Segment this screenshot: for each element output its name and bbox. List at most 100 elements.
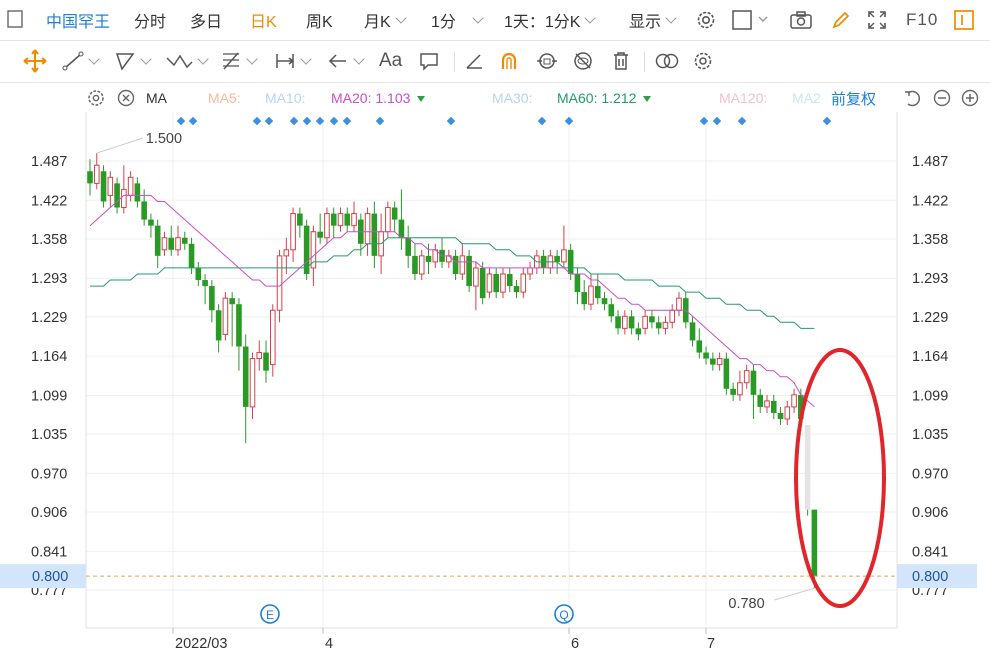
pencil-draw-icon[interactable] bbox=[829, 8, 853, 32]
candle-body bbox=[452, 255, 459, 274]
candle-body bbox=[418, 255, 425, 275]
candle-body bbox=[622, 315, 628, 329]
tab-multiday[interactable]: 多日 bbox=[190, 0, 222, 40]
candle-body bbox=[527, 267, 533, 275]
chevron-down-icon bbox=[246, 52, 258, 65]
kline-chart[interactable]: 1.487 1.422 1.358 1.293 1.229 1.164 1.099 1.035… bbox=[0, 112, 990, 664]
candle-body bbox=[107, 176, 114, 196]
current-price-right: 0.800 bbox=[912, 569, 948, 585]
candle-body bbox=[466, 255, 472, 287]
event-diamond-icon bbox=[712, 116, 722, 126]
y-tick-label: 1.293 bbox=[31, 271, 67, 287]
divider bbox=[644, 52, 645, 72]
candle-body bbox=[249, 358, 256, 408]
candle-body bbox=[121, 188, 127, 209]
range-tool-select[interactable] bbox=[274, 40, 312, 82]
y-tick-label: 1.487 bbox=[912, 154, 948, 170]
display-select[interactable]: 显示 bbox=[629, 0, 677, 40]
toolbar-settings-gear-icon[interactable] bbox=[692, 40, 714, 82]
min-price-label: 0.780 bbox=[728, 596, 764, 612]
candle-body bbox=[655, 322, 662, 329]
candle-body bbox=[513, 286, 520, 293]
event-dot-markers bbox=[176, 116, 832, 126]
tab-weekly-k[interactable]: 周K bbox=[306, 0, 333, 40]
f10-button[interactable]: F10 bbox=[906, 0, 938, 40]
ruler-angle-icon[interactable] bbox=[463, 40, 485, 82]
x-axis-ticks bbox=[172, 628, 707, 634]
line-tool-select[interactable] bbox=[62, 40, 100, 82]
earnings-event-marker[interactable]: E bbox=[260, 604, 280, 624]
candle-body bbox=[344, 213, 351, 226]
chevron-down-icon bbox=[140, 52, 152, 65]
candle-body bbox=[615, 316, 621, 329]
chart-gridlines bbox=[86, 112, 897, 628]
candle-body bbox=[229, 298, 235, 305]
ma20-label: MA20: bbox=[331, 90, 372, 106]
ma5-label: MA5: bbox=[208, 90, 241, 106]
event-diamond-icon bbox=[188, 116, 198, 126]
ma60-readout: MA60: 1.212 bbox=[557, 84, 652, 112]
event-diamond-icon bbox=[252, 116, 262, 126]
candle-body bbox=[710, 358, 716, 365]
reset-undo-icon[interactable] bbox=[902, 84, 922, 112]
y-tick-label: 1.035 bbox=[912, 427, 948, 443]
stock-name[interactable]: 中国罕王 bbox=[46, 0, 110, 40]
tab-intraday[interactable]: 分时 bbox=[134, 0, 166, 40]
period-select[interactable]: 1分 bbox=[431, 0, 484, 40]
period-select-value: 1分 bbox=[431, 14, 456, 31]
tab-daily-k[interactable]: 日K bbox=[250, 0, 277, 40]
y-tick-label: 0.970 bbox=[912, 466, 948, 482]
candle-body bbox=[256, 352, 263, 360]
comment-bubble-icon[interactable] bbox=[418, 40, 440, 82]
sidebar-toggle-icon[interactable] bbox=[6, 10, 24, 28]
candle-body bbox=[209, 286, 215, 311]
candle-body bbox=[87, 171, 93, 184]
arrow-tool-select[interactable] bbox=[327, 40, 365, 82]
indicator-close-icon[interactable] bbox=[116, 84, 136, 112]
event-q-label: Q bbox=[559, 608, 568, 622]
y-tick-label: 1.229 bbox=[31, 310, 67, 326]
camera-icon[interactable] bbox=[788, 8, 814, 32]
tab-monthly-k-select[interactable]: 月K bbox=[364, 0, 407, 40]
adjust-mode-button[interactable]: 前复权 bbox=[831, 84, 876, 112]
lock-drawings-icon[interactable] bbox=[535, 40, 559, 82]
x-label-april: 4 bbox=[325, 636, 333, 652]
max-leader-line bbox=[96, 137, 143, 154]
hide-drawings-icon[interactable] bbox=[572, 40, 594, 82]
fib-tool-select[interactable] bbox=[220, 40, 258, 82]
y-axis-right: 1.487 1.422 1.358 1.293 1.229 1.164 1.099 1.035… bbox=[912, 154, 948, 599]
channel-tool-select[interactable] bbox=[114, 40, 152, 82]
candle-body bbox=[236, 304, 242, 347]
candle-body bbox=[222, 297, 229, 335]
max-price-label: 1.500 bbox=[146, 131, 182, 147]
fullscreen-icon[interactable] bbox=[865, 8, 889, 32]
indicator-name[interactable]: MA bbox=[146, 84, 167, 112]
candle-body bbox=[493, 273, 499, 293]
wave-tool-select[interactable] bbox=[165, 40, 209, 82]
candle-body bbox=[215, 310, 222, 341]
text-tool-icon[interactable]: Aa bbox=[379, 40, 402, 82]
candle-body bbox=[100, 171, 107, 202]
y-tick-label: 1.487 bbox=[31, 154, 67, 170]
range-select[interactable]: 1天：1分K bbox=[504, 0, 597, 40]
trash-icon[interactable] bbox=[610, 40, 632, 82]
candle-body bbox=[297, 213, 303, 226]
candle-body bbox=[608, 304, 615, 317]
candle-body bbox=[161, 237, 168, 251]
candle-body bbox=[594, 286, 601, 299]
indicator-settings-gear-icon[interactable] bbox=[86, 84, 106, 112]
zoom-in-icon[interactable] bbox=[960, 84, 980, 112]
magnet-icon[interactable] bbox=[498, 40, 520, 82]
y-tick-label: 1.229 bbox=[912, 310, 948, 326]
candle-body bbox=[561, 249, 567, 263]
settings-gear-icon[interactable] bbox=[694, 8, 718, 32]
ma20-readout: MA20: 1.103 bbox=[331, 84, 426, 112]
zoom-out-icon[interactable] bbox=[932, 84, 952, 112]
candle-body bbox=[757, 394, 764, 407]
panel-toggle-icon[interactable] bbox=[952, 8, 976, 32]
compare-overlay-icon[interactable] bbox=[654, 40, 680, 82]
candle-body bbox=[93, 164, 100, 184]
layout-square-select[interactable] bbox=[732, 9, 770, 31]
quarterly-event-marker[interactable]: Q bbox=[554, 604, 574, 624]
move-crosshair-icon[interactable] bbox=[22, 40, 48, 82]
